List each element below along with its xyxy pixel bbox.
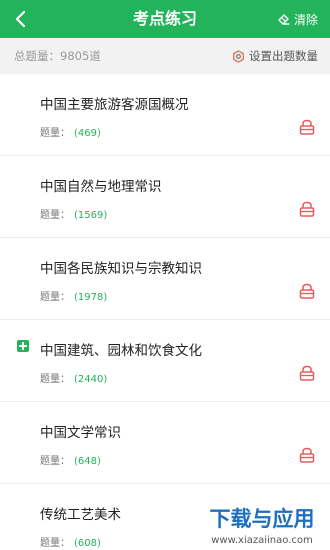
- topic-name: 中国自然与地理常识: [40, 179, 162, 195]
- topic-list-item[interactable]: 传统工艺美术题量： (608): [0, 484, 330, 550]
- lock-icon[interactable]: [298, 364, 316, 382]
- question-count-label: 题量：: [40, 374, 70, 385]
- topic-name: 中国建筑、园林和饮食文化: [40, 343, 202, 359]
- question-count-row: 题量： (648): [40, 452, 101, 467]
- question-count-row: 题量： (1978): [40, 288, 107, 303]
- topic-list-item[interactable]: 中国自然与地理常识题量： (1569): [0, 156, 330, 238]
- question-count-row: 题量： (1569): [40, 206, 107, 221]
- set-question-count-button[interactable]: 设置出题数量: [232, 38, 318, 74]
- question-count-value: (648): [74, 456, 101, 467]
- clear-label: 清除: [293, 12, 318, 27]
- question-count-value: (469): [74, 128, 101, 139]
- question-count-value: (2440): [74, 374, 108, 385]
- topic-list-item[interactable]: 中国主要旅游客源国概况题量： (469): [0, 74, 330, 156]
- topic-list: 中国主要旅游客源国概况 题量： (469) 中国自然与地理常识 题量： (1569) 中国各…: [0, 74, 330, 550]
- lock-icon[interactable]: [298, 282, 316, 300]
- expand-plus-icon[interactable]: [17, 340, 29, 352]
- topic-name: 中国主要旅游客源国概况: [40, 97, 189, 113]
- topic-name: 中国各民族知识与宗教知识: [40, 261, 202, 277]
- topic-list-item[interactable]: 中国建筑、园林和饮食文化题量： (2440): [0, 320, 330, 402]
- question-count-value: (1978): [74, 292, 108, 303]
- gear-icon: [232, 49, 245, 63]
- question-count-row: 题量： (608): [40, 534, 101, 549]
- question-count-value: (1569): [74, 210, 108, 221]
- lock-icon[interactable]: [298, 118, 316, 136]
- question-count-label: 题量：: [40, 456, 70, 467]
- question-count-label: 题量：: [40, 292, 70, 303]
- clear-button[interactable]: 清除: [277, 0, 318, 38]
- topic-name: 中国文学常识: [40, 425, 121, 441]
- question-count-row: 题量： (469): [40, 124, 101, 139]
- question-count-value: (608): [74, 538, 101, 549]
- topic-name: 传统工艺美术: [40, 507, 121, 523]
- question-count-label: 题量：: [40, 128, 70, 139]
- question-count-label: 题量：: [40, 538, 70, 549]
- lock-icon[interactable]: [298, 200, 316, 218]
- topic-list-item[interactable]: 中国各民族知识与宗教知识题量： (1978): [0, 238, 330, 320]
- question-count-row: 题量： (2440): [40, 370, 107, 385]
- question-count-label: 题量：: [40, 210, 70, 221]
- settings-label: 设置出题数量: [249, 49, 318, 63]
- summary-bar: 总题量：9805道 设置出题数量: [0, 38, 330, 74]
- total-question-count: 总题量：9805道: [14, 49, 101, 63]
- topic-list-item[interactable]: 中国文学常识题量： (648): [0, 402, 330, 484]
- lock-icon[interactable]: [298, 446, 316, 464]
- eraser-icon: [278, 14, 290, 25]
- top-bar: 考点练习 清除: [0, 0, 330, 38]
